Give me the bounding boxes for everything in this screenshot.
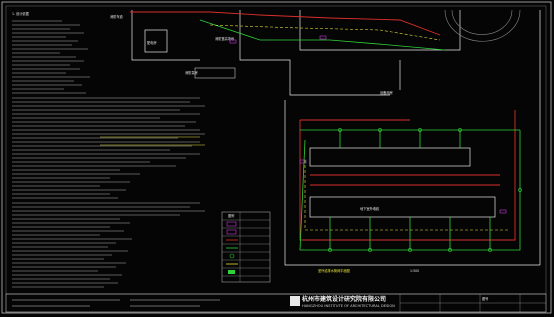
notes-heading: 1. 设计依据 (12, 11, 30, 16)
fire-pipe-network (130, 11, 516, 241)
drawing-sheet[interactable]: 1. 设计依据 图例 配电房 消防登高场地 消防泵房 消防车道 设备用房 地下室… (0, 0, 554, 317)
design-notes: 1. 设计依据 (12, 11, 205, 288)
drawing-number-label: 图号 (482, 296, 488, 301)
company-name-cn: 杭州市建筑设计研究院有限公司 (302, 295, 386, 303)
room-label-distribution: 配电房 (147, 40, 157, 45)
bottom-scale: 1:500 (410, 269, 419, 273)
company-logo-icon (290, 296, 300, 306)
main-building (309, 147, 471, 167)
water-supply-network (199, 19, 521, 251)
room-label-equipment: 设备用房 (380, 90, 393, 95)
legend-table: 图例 (221, 211, 271, 283)
company-name-en: HANGZHOU INSTITUTE OF ARCHITECTURAL DESI… (302, 304, 395, 308)
site-plan[interactable]: 配电房 消防登高场地 消防泵房 消防车道 设备用房 地下室外墙线 室外给排水管网… (110, 9, 541, 273)
site-label-left: 消防车道 (110, 14, 124, 19)
sheet-border (1, 1, 552, 314)
room-label-pump: 消防泵房 (185, 70, 198, 75)
drainage-network (209, 24, 510, 231)
secondary-building (309, 196, 496, 218)
title-block: 杭州市建筑设计研究院有限公司 HANGZHOU INSTITUTE OF ARC… (5, 293, 547, 313)
bottom-center-label: 室外给排水管网平面图 (318, 268, 350, 273)
center-label: 地下室外墙线 (360, 206, 380, 211)
cad-canvas[interactable]: 1. 设计依据 图例 配电房 消防登高场地 消防泵房 消防车道 设备用房 地下室… (0, 0, 554, 317)
legend-title: 图例 (228, 213, 234, 218)
manholes (328, 128, 522, 252)
